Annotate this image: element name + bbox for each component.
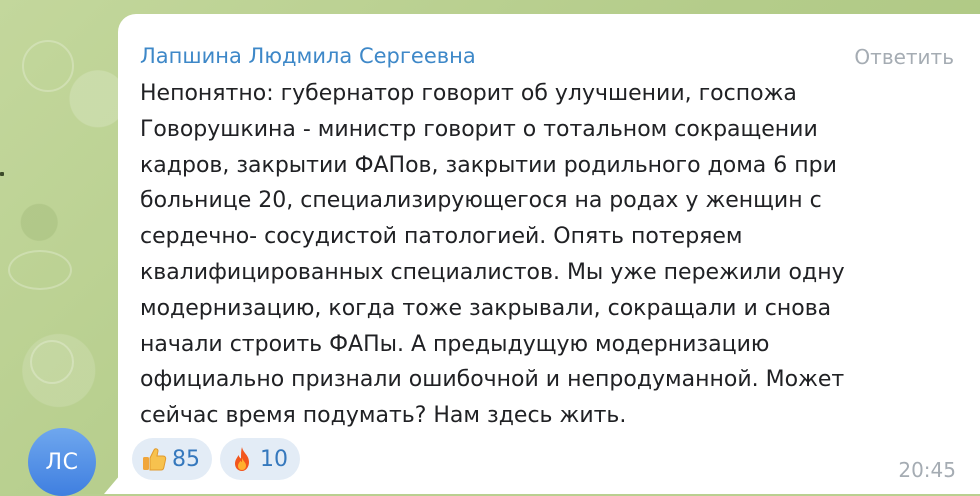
message-timestamp: 20:45 bbox=[898, 458, 956, 482]
message-line: сейчас время подумать? Нам здесь жить. bbox=[140, 403, 627, 429]
message-line: кадров, закрытии ФАПов, закрытии родильн… bbox=[140, 152, 837, 178]
reaction-thumbs-up[interactable]: 85 bbox=[132, 438, 212, 480]
message-line: Говорушкина - министр говорит о тотально… bbox=[140, 116, 818, 142]
message-line: квалифицированных специалистов. Мы уже п… bbox=[140, 259, 845, 285]
message-line: больнице 20, специализирующегося на рода… bbox=[140, 188, 822, 214]
message-line: модернизацию, когда тоже закрывали, сокр… bbox=[140, 295, 832, 321]
sender-name[interactable]: Лапшина Людмила Сергеевна bbox=[140, 44, 476, 68]
background-doodle bbox=[30, 340, 74, 384]
message-bubble[interactable]: Лапшина Людмила Сергеевна Ответить Непон… bbox=[118, 14, 980, 494]
cursor-marker bbox=[0, 172, 4, 176]
message-line: начали строить ФАПы. А предыдущую модерн… bbox=[140, 331, 770, 357]
avatar[interactable]: ЛС bbox=[28, 428, 96, 496]
reaction-count: 85 bbox=[172, 446, 200, 472]
reaction-fire[interactable]: 10 bbox=[220, 438, 300, 480]
reaction-count: 10 bbox=[260, 446, 288, 472]
message-line: Непонятно: губернатор говорит об улучшен… bbox=[140, 81, 797, 106]
thumbs-up-icon bbox=[140, 445, 168, 473]
message-text: Непонятно: губернатор говорит об улучшен… bbox=[140, 76, 930, 434]
fire-icon bbox=[228, 445, 256, 473]
background-doodle bbox=[22, 40, 74, 92]
avatar-initials: ЛС bbox=[45, 449, 79, 475]
background-doodle bbox=[8, 250, 72, 290]
message-line: официально признали ошибочной и непродум… bbox=[140, 367, 845, 393]
reactions-bar: 85 10 bbox=[132, 438, 300, 480]
reply-button[interactable]: Ответить bbox=[854, 45, 954, 69]
message-line: сердечно- сосудистой патологией. Опять п… bbox=[140, 224, 743, 250]
